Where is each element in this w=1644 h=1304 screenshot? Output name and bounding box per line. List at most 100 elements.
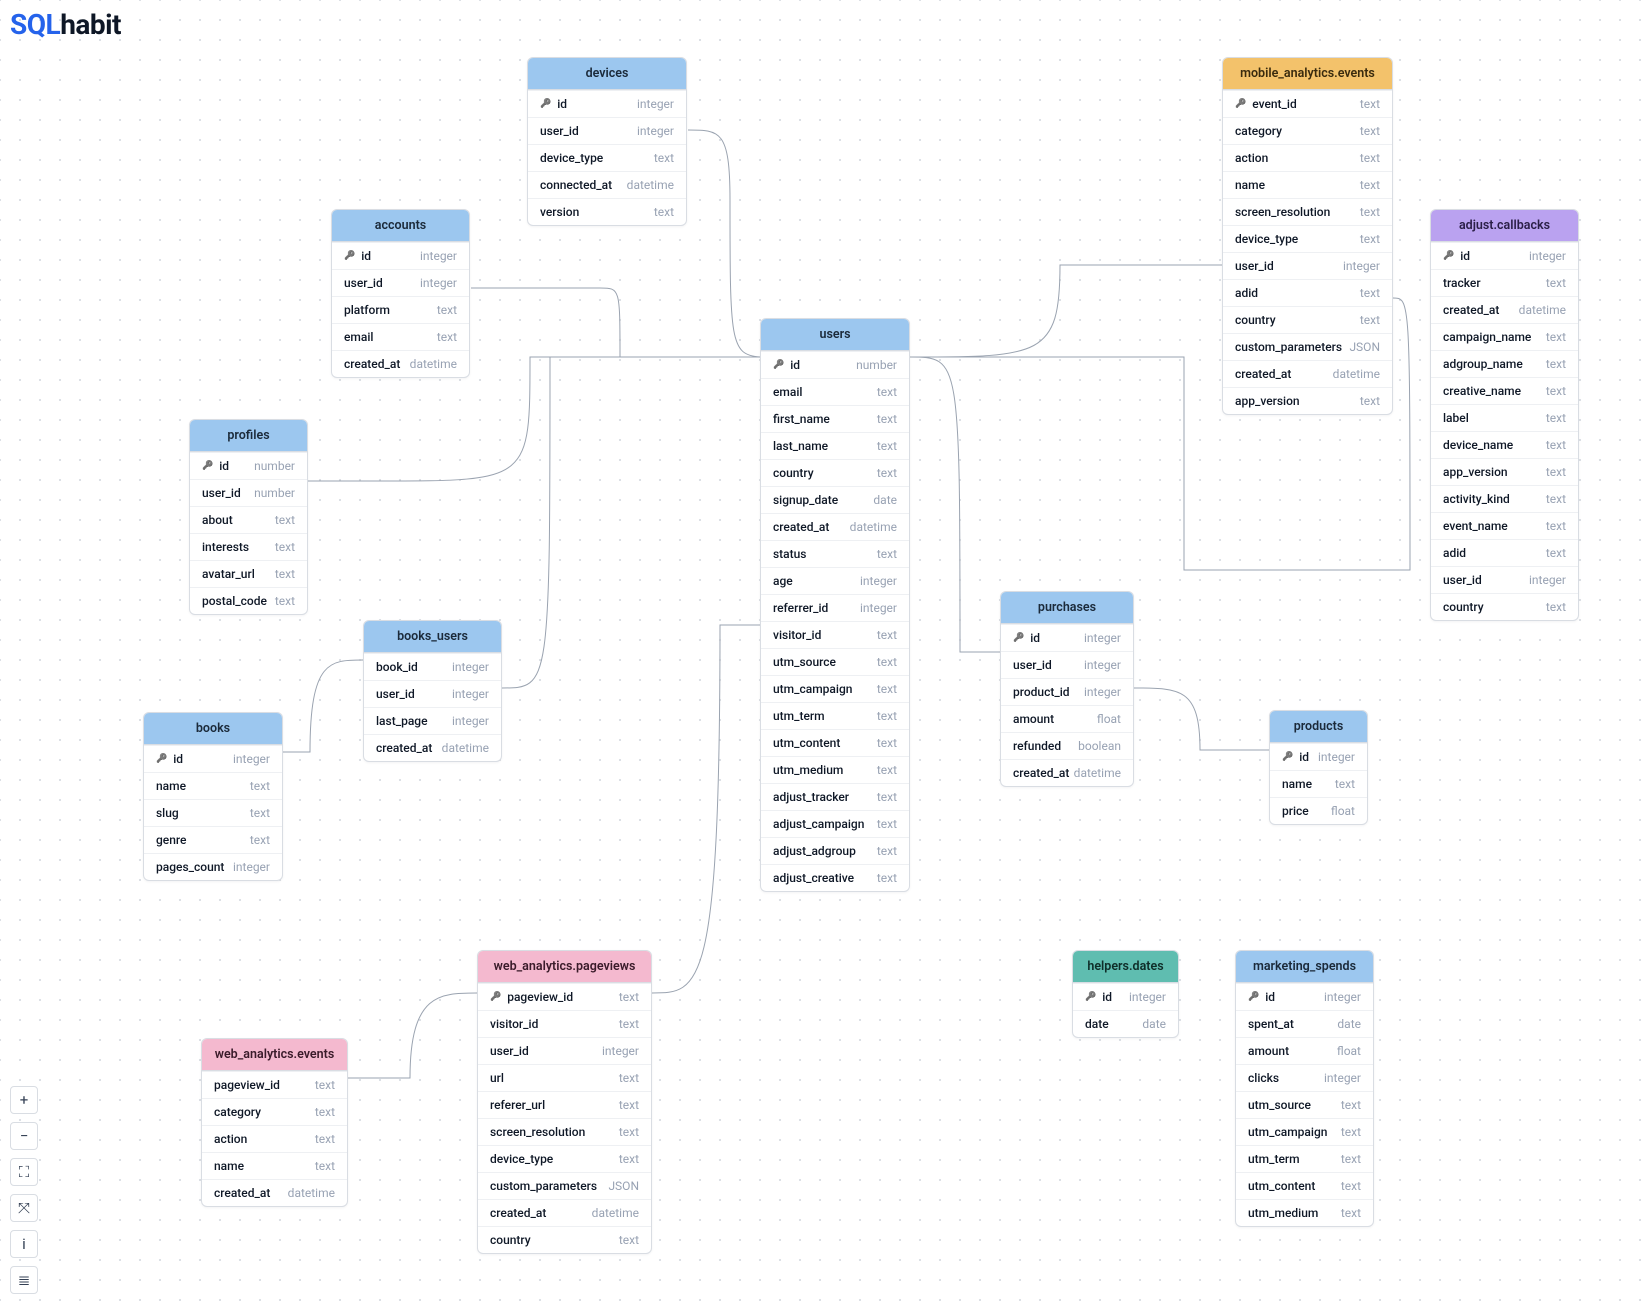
table-helpers_dates[interactable]: helpers.dates🔑idintegerdatedate	[1072, 950, 1179, 1038]
table-column[interactable]: device_typetext	[478, 1145, 651, 1172]
table-column[interactable]: countrytext	[478, 1226, 651, 1253]
table-column[interactable]: 🔑idinteger	[332, 242, 469, 269]
table-column[interactable]: event_nametext	[1431, 512, 1578, 539]
table-column[interactable]: clicksinteger	[1236, 1064, 1373, 1091]
table-column[interactable]: user_idinteger	[528, 117, 686, 144]
table-column[interactable]: created_atdatetime	[761, 513, 909, 540]
table-column[interactable]: adidtext	[1223, 279, 1392, 306]
table-column[interactable]: slugtext	[144, 799, 282, 826]
table-column[interactable]: activity_kindtext	[1431, 485, 1578, 512]
table-header[interactable]: books_users	[364, 621, 501, 653]
table-column[interactable]: pageview_idtext	[202, 1071, 347, 1098]
table-column[interactable]: nametext	[1270, 770, 1367, 797]
table-column[interactable]: versiontext	[528, 198, 686, 225]
table-column[interactable]: genretext	[144, 826, 282, 853]
table-devices[interactable]: devices🔑idintegeruser_idintegerdevice_ty…	[527, 57, 687, 226]
table-column[interactable]: abouttext	[190, 506, 307, 533]
table-column[interactable]: 🔑idinteger	[1431, 242, 1578, 269]
table-column[interactable]: utm_sourcetext	[761, 648, 909, 675]
table-column[interactable]: pricefloat	[1270, 797, 1367, 824]
table-header[interactable]: adjust.callbacks	[1431, 210, 1578, 242]
table-column[interactable]: utm_mediumtext	[761, 756, 909, 783]
table-column[interactable]: spent_atdate	[1236, 1010, 1373, 1037]
table-column[interactable]: ageinteger	[761, 567, 909, 594]
table-header[interactable]: purchases	[1001, 592, 1133, 624]
table-column[interactable]: created_atdatetime	[1431, 296, 1578, 323]
table-books_users[interactable]: books_usersbook_idintegeruser_idintegerl…	[363, 620, 502, 762]
table-adjust_callbacks[interactable]: adjust.callbacks🔑idintegertrackertextcre…	[1430, 209, 1579, 621]
table-products[interactable]: products🔑idintegernametextpricefloat	[1269, 710, 1368, 825]
table-column[interactable]: utm_campaigntext	[1236, 1118, 1373, 1145]
table-column[interactable]: nametext	[1223, 171, 1392, 198]
table-header[interactable]: web_analytics.pageviews	[478, 951, 651, 983]
table-header[interactable]: books	[144, 713, 282, 745]
table-profiles[interactable]: profiles🔑idnumberuser_idnumberabouttexti…	[189, 419, 308, 615]
table-column[interactable]: device_nametext	[1431, 431, 1578, 458]
table-column[interactable]: trackertext	[1431, 269, 1578, 296]
table-column[interactable]: adjust_creativetext	[761, 864, 909, 891]
table-column[interactable]: emailtext	[761, 378, 909, 405]
table-books[interactable]: books🔑idintegernametextslugtextgenretext…	[143, 712, 283, 881]
table-column[interactable]: connected_atdatetime	[528, 171, 686, 198]
table-column[interactable]: countrytext	[1431, 593, 1578, 620]
table-column[interactable]: nametext	[202, 1152, 347, 1179]
table-column[interactable]: created_atdatetime	[332, 350, 469, 377]
table-column[interactable]: user_idinteger	[1431, 566, 1578, 593]
table-accounts[interactable]: accounts🔑idintegeruser_idintegerplatform…	[331, 209, 470, 378]
table-header[interactable]: marketing_spends	[1236, 951, 1373, 983]
table-column[interactable]: 🔑idinteger	[1236, 983, 1373, 1010]
table-column[interactable]: 🔑idinteger	[1270, 743, 1367, 770]
table-column[interactable]: user_idinteger	[1223, 252, 1392, 279]
table-column[interactable]: urltext	[478, 1064, 651, 1091]
table-column[interactable]: 🔑idnumber	[190, 452, 307, 479]
table-column[interactable]: user_idnumber	[190, 479, 307, 506]
table-column[interactable]: created_atdatetime	[1001, 759, 1133, 786]
table-column[interactable]: utm_termtext	[1236, 1145, 1373, 1172]
table-column[interactable]: 🔑idinteger	[1001, 624, 1133, 651]
table-column[interactable]: adjust_campaigntext	[761, 810, 909, 837]
table-column[interactable]: app_versiontext	[1223, 387, 1392, 414]
table-column[interactable]: actiontext	[202, 1125, 347, 1152]
table-column[interactable]: pages_countinteger	[144, 853, 282, 880]
table-column[interactable]: utm_contenttext	[1236, 1172, 1373, 1199]
zoom-in-button[interactable]: +	[10, 1086, 38, 1114]
fit-button[interactable]: ⤧	[10, 1194, 38, 1222]
fullscreen-button[interactable]: ⛶	[10, 1158, 38, 1186]
table-column[interactable]: custom_parametersJSON	[1223, 333, 1392, 360]
table-column[interactable]: last_nametext	[761, 432, 909, 459]
table-column[interactable]: utm_sourcetext	[1236, 1091, 1373, 1118]
table-column[interactable]: 🔑idinteger	[144, 745, 282, 772]
table-mobile_analytics_events[interactable]: mobile_analytics.events🔑event_idtextcate…	[1222, 57, 1393, 415]
table-column[interactable]: first_nametext	[761, 405, 909, 432]
table-column[interactable]: refundedboolean	[1001, 732, 1133, 759]
table-header[interactable]: web_analytics.events	[202, 1039, 347, 1071]
table-header[interactable]: users	[761, 319, 909, 351]
table-column[interactable]: app_versiontext	[1431, 458, 1578, 485]
table-column[interactable]: adgroup_nametext	[1431, 350, 1578, 377]
table-column[interactable]: countrytext	[761, 459, 909, 486]
info-button[interactable]: i	[10, 1230, 38, 1258]
table-column[interactable]: 🔑event_idtext	[1223, 90, 1392, 117]
database-button[interactable]: ≣	[10, 1266, 38, 1294]
table-column[interactable]: user_idinteger	[1001, 651, 1133, 678]
table-header[interactable]: helpers.dates	[1073, 951, 1178, 983]
table-column[interactable]: referrer_idinteger	[761, 594, 909, 621]
table-column[interactable]: utm_mediumtext	[1236, 1199, 1373, 1226]
table-column[interactable]: creative_nametext	[1431, 377, 1578, 404]
table-column[interactable]: 🔑idnumber	[761, 351, 909, 378]
table-column[interactable]: utm_termtext	[761, 702, 909, 729]
table-column[interactable]: adjust_trackertext	[761, 783, 909, 810]
table-column[interactable]: categorytext	[202, 1098, 347, 1125]
table-column[interactable]: utm_contenttext	[761, 729, 909, 756]
table-column[interactable]: utm_campaigntext	[761, 675, 909, 702]
table-purchases[interactable]: purchases🔑idintegeruser_idintegerproduct…	[1000, 591, 1134, 787]
table-column[interactable]: custom_parametersJSON	[478, 1172, 651, 1199]
table-column[interactable]: user_idinteger	[332, 269, 469, 296]
table-web_analytics_pageviews[interactable]: web_analytics.pageviews🔑pageview_idtextv…	[477, 950, 652, 1254]
table-header[interactable]: devices	[528, 58, 686, 90]
table-column[interactable]: emailtext	[332, 323, 469, 350]
table-column[interactable]: product_idinteger	[1001, 678, 1133, 705]
table-column[interactable]: categorytext	[1223, 117, 1392, 144]
table-column[interactable]: book_idinteger	[364, 653, 501, 680]
table-column[interactable]: countrytext	[1223, 306, 1392, 333]
